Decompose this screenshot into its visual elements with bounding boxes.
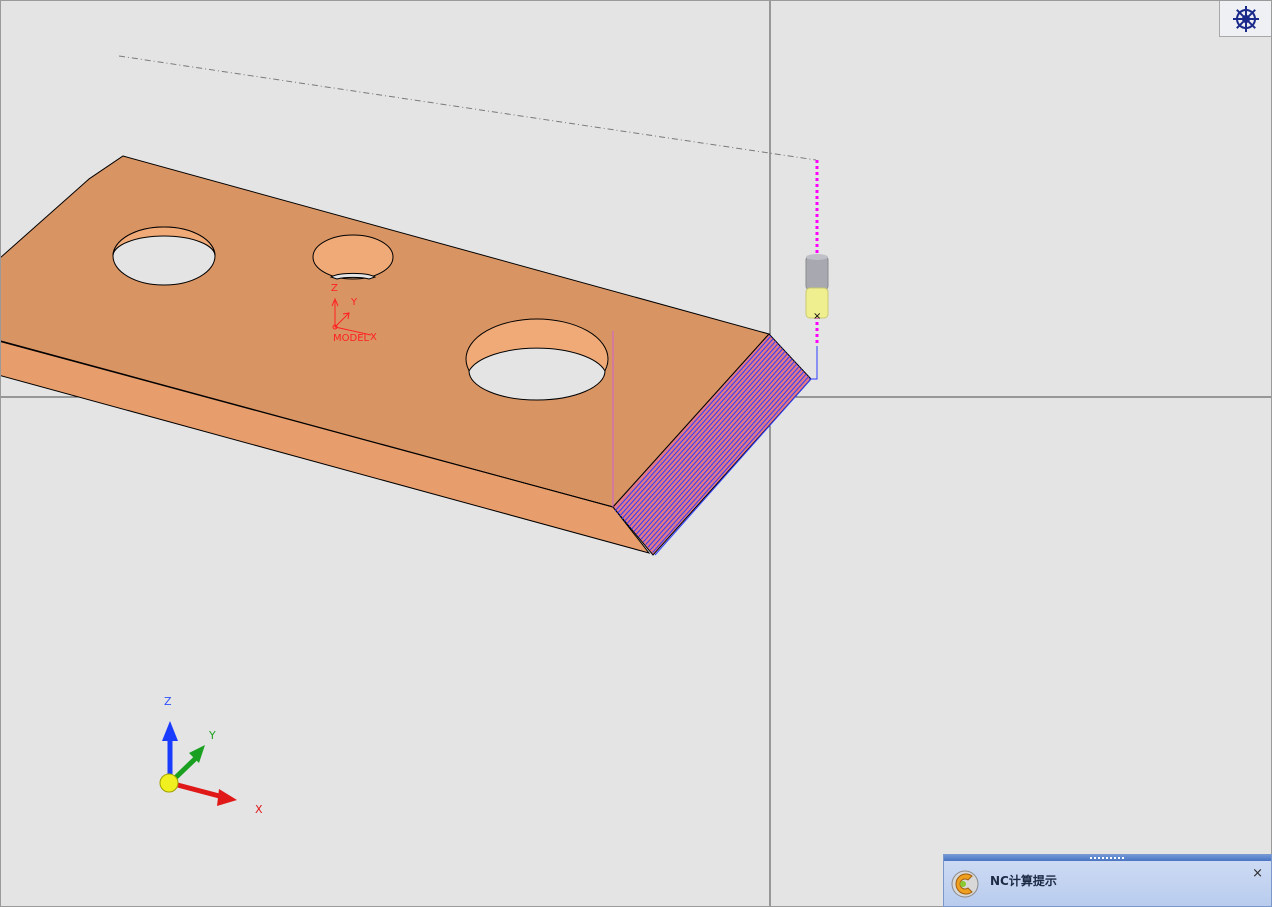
nc-calc-panel[interactable]: NC计算提示 × [943,854,1272,907]
close-icon[interactable]: × [1252,867,1263,880]
tool-lead-line [809,346,818,380]
graphics-viewport[interactable]: Z Y MODEL X × Z Y X [0,0,1272,907]
rapid-move-line [118,55,817,161]
view-control-button[interactable] [1219,1,1271,37]
model-axis-x: X [370,332,377,343]
model-axis-label: MODEL [333,333,370,344]
nc-calc-title: NC计算提示 [990,874,1057,888]
view-control-wheel-icon [1232,5,1259,32]
model-axis-y: Y [350,297,358,308]
panel-grip[interactable] [944,855,1271,861]
cutting-tool [805,254,829,319]
tool-tip-marker: × [813,311,821,322]
cad-scene[interactable]: Z Y MODEL X × Z Y X [1,1,1271,906]
view-triad-y: Y [208,729,216,742]
hole-2 [312,234,394,280]
nc-calc-icon [950,867,980,905]
view-triad-x: X [255,803,263,816]
model-axis-z: Z [331,283,338,294]
hole-3 [465,318,609,401]
view-triad [159,721,237,806]
view-triad-z: Z [164,695,172,708]
hole-1 [112,226,216,286]
